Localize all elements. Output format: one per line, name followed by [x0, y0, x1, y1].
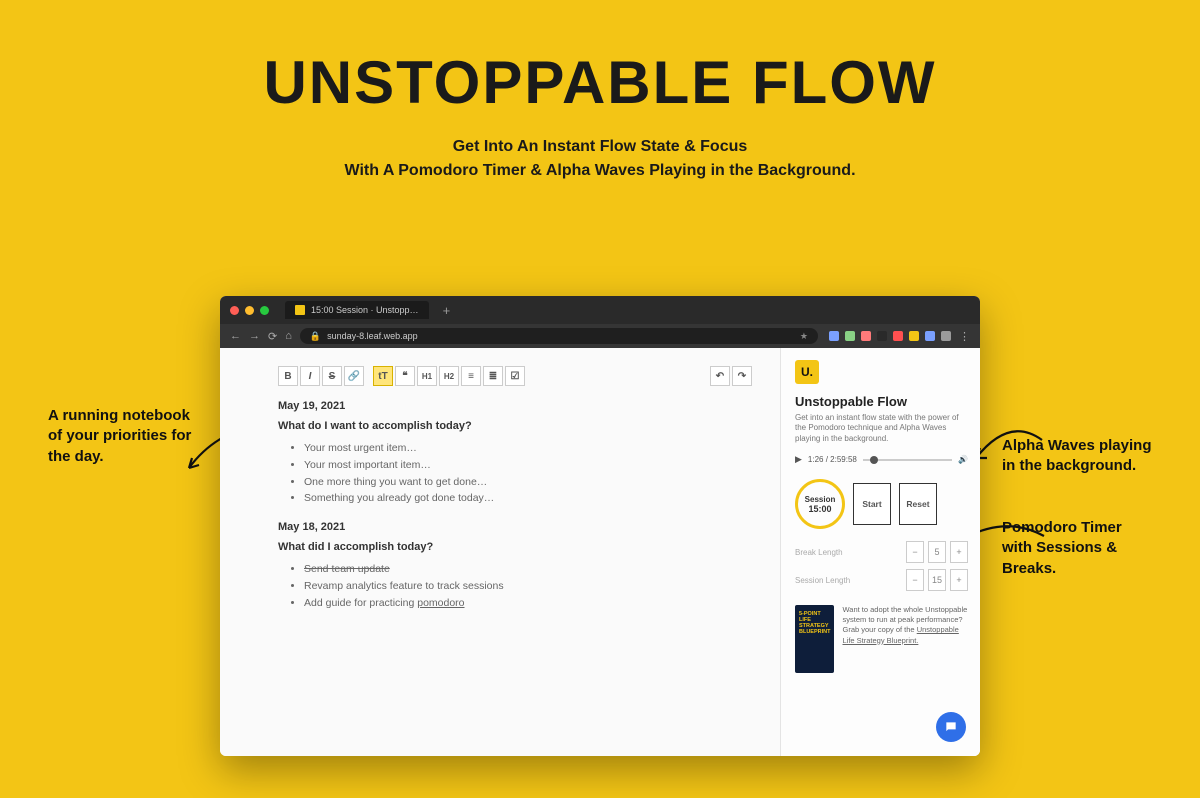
nav-reload-icon[interactable]: ⟳: [268, 330, 277, 343]
browser-addressbar: ← → ⟳ ⌂ 🔒 sunday-8.leaf.web.app ★ ⋮: [220, 324, 980, 348]
nav-back-icon[interactable]: ←: [230, 330, 241, 342]
list-item[interactable]: Your most urgent item…: [304, 440, 752, 457]
menu-icon[interactable]: ⋮: [959, 330, 970, 343]
list-item[interactable]: One more thing you want to get done…: [304, 474, 752, 491]
h1-button[interactable]: H1: [417, 366, 437, 386]
redo-button[interactable]: ↷: [732, 366, 752, 386]
list-item[interactable]: Add guide for practicing pomodoro: [304, 595, 752, 612]
lock-icon: 🔒: [310, 331, 321, 342]
break-value: 5: [928, 541, 946, 563]
list-item[interactable]: Something you already got done today…: [304, 490, 752, 507]
traffic-min-icon[interactable]: [245, 306, 254, 315]
traffic-max-icon[interactable]: [260, 306, 269, 315]
entry-list[interactable]: Send team updateRevamp analytics feature…: [304, 561, 752, 611]
session-circle: Session 15:00: [795, 479, 845, 529]
nav-fwd-icon[interactable]: →: [249, 330, 260, 342]
book-line3: BLUEPRINT: [799, 629, 830, 635]
session-time: 15:00: [808, 504, 831, 514]
url-text: sunday-8.leaf.web.app: [327, 331, 418, 341]
text-size-button[interactable]: tT: [373, 366, 393, 386]
italic-button[interactable]: I: [300, 366, 320, 386]
hero-subtitle: Get Into An Instant Flow State & Focus W…: [0, 135, 1200, 183]
browser-window: 15:00 Session · Unstopp… + ← → ⟳ ⌂ 🔒 sun…: [220, 296, 980, 756]
session-minus-button[interactable]: −: [906, 569, 924, 591]
extension-icon[interactable]: [909, 331, 919, 341]
tab-title: 15:00 Session · Unstopp…: [311, 305, 419, 315]
timer-row: Session 15:00 Start Reset: [795, 479, 968, 529]
nav-home-icon[interactable]: ⌂: [285, 330, 292, 342]
volume-icon[interactable]: 🔊: [958, 455, 968, 464]
player-slider[interactable]: [863, 459, 952, 461]
break-length-row: Break Length − 5 +: [795, 541, 968, 563]
play-button[interactable]: ▶: [795, 454, 802, 465]
chat-icon: [944, 720, 958, 734]
notebook-entries[interactable]: May 19, 2021 What do I want to accomplish…: [278, 400, 752, 612]
entry-list[interactable]: Your most urgent item…Your most importan…: [304, 440, 752, 507]
list-item[interactable]: Your most important item…: [304, 457, 752, 474]
browser-tab[interactable]: 15:00 Session · Unstopp…: [285, 301, 429, 319]
break-length-label: Break Length: [795, 548, 843, 557]
extension-icon[interactable]: [941, 331, 951, 341]
extension-icon[interactable]: [829, 331, 839, 341]
link-button[interactable]: 🔗: [344, 366, 364, 386]
list-item[interactable]: Send team update: [304, 561, 752, 578]
new-tab-button[interactable]: +: [443, 303, 451, 318]
undo-button[interactable]: ↶: [710, 366, 730, 386]
editor-toolbar: B I S 🔗 tT ❝ H1 H2 ≡ ≣ ☑ ↶ ↷: [278, 366, 752, 386]
extension-icon[interactable]: [925, 331, 935, 341]
start-button[interactable]: Start: [853, 483, 891, 525]
chat-button[interactable]: [936, 712, 966, 742]
entry-date: May 19, 2021: [278, 400, 752, 412]
list-item[interactable]: Revamp analytics feature to track sessio…: [304, 578, 752, 595]
ul-button[interactable]: ≡: [461, 366, 481, 386]
session-length-label: Session Length: [795, 576, 850, 585]
hero-title: UNSTOPPABLE FLOW: [0, 48, 1200, 117]
browser-titlebar: 15:00 Session · Unstopp… +: [220, 296, 980, 324]
arrow-right1-icon: [970, 418, 1050, 468]
notebook-pane: B I S 🔗 tT ❝ H1 H2 ≡ ≣ ☑ ↶ ↷: [220, 348, 780, 756]
bold-button[interactable]: B: [278, 366, 298, 386]
star-icon[interactable]: ★: [800, 331, 808, 342]
sidebar-pane: U. Unstoppable Flow Get into an instant …: [780, 348, 980, 756]
session-length-row: Session Length − 15 +: [795, 569, 968, 591]
session-value: 15: [928, 569, 946, 591]
extension-strip: [826, 331, 951, 341]
reset-button[interactable]: Reset: [899, 483, 937, 525]
extension-icon[interactable]: [845, 331, 855, 341]
session-label: Session: [805, 495, 836, 504]
check-button[interactable]: ☑: [505, 366, 525, 386]
extension-icon[interactable]: [877, 331, 887, 341]
sidebar-title: Unstoppable Flow: [795, 394, 968, 409]
hero-sub-line2: With A Pomodoro Timer & Alpha Waves Play…: [0, 159, 1200, 183]
url-input[interactable]: 🔒 sunday-8.leaf.web.app ★: [300, 328, 818, 344]
h2-button[interactable]: H2: [439, 366, 459, 386]
tab-favicon-icon: [295, 305, 305, 315]
extension-icon[interactable]: [861, 331, 871, 341]
sidebar-desc: Get into an instant flow state with the …: [795, 413, 968, 444]
extension-icon[interactable]: [893, 331, 903, 341]
promo-text: Want to adopt the whole Unstoppable syst…: [842, 605, 968, 673]
entry-question: What do I want to accomplish today?: [278, 420, 752, 432]
entry-question: What did I accomplish today?: [278, 541, 752, 553]
book-line2: LIFE STRATEGY: [799, 617, 830, 629]
hero-sub-line1: Get Into An Instant Flow State & Focus: [0, 135, 1200, 159]
session-plus-button[interactable]: +: [950, 569, 968, 591]
entry-date: May 18, 2021: [278, 521, 752, 533]
promo-block: 5-POINT LIFE STRATEGY BLUEPRINT Want to …: [795, 605, 968, 673]
player-time: 1:26 / 2:59:58: [808, 455, 857, 464]
break-minus-button[interactable]: −: [906, 541, 924, 563]
inline-link[interactable]: pomodoro: [417, 597, 464, 609]
app-logo: U.: [795, 360, 819, 384]
ol-button[interactable]: ≣: [483, 366, 503, 386]
quote-button[interactable]: ❝: [395, 366, 415, 386]
break-plus-button[interactable]: +: [950, 541, 968, 563]
strike-button[interactable]: S: [322, 366, 342, 386]
audio-player: ▶ 1:26 / 2:59:58 🔊: [795, 454, 968, 465]
traffic-close-icon[interactable]: [230, 306, 239, 315]
book-cover: 5-POINT LIFE STRATEGY BLUEPRINT: [795, 605, 834, 673]
